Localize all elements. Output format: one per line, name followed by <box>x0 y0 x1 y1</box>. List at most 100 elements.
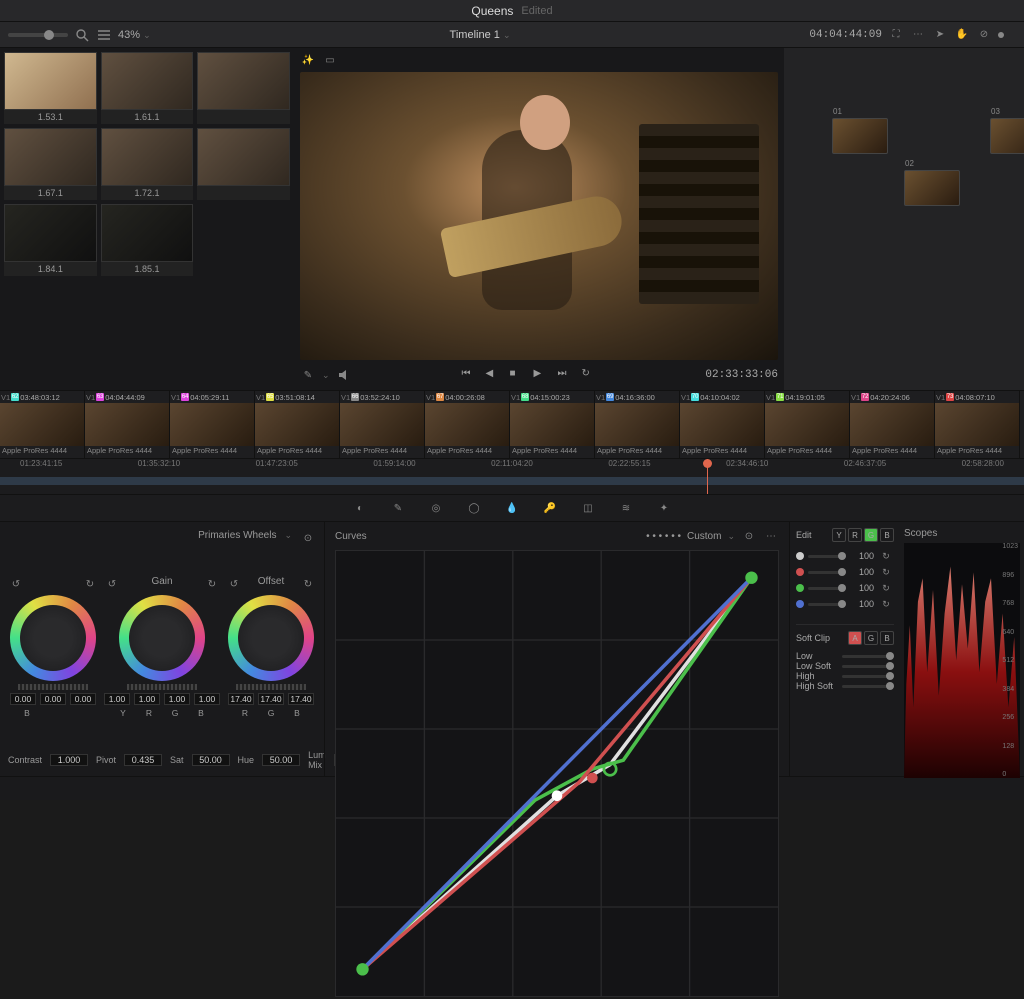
wheels-reset-icon[interactable]: ⊙ <box>300 530 316 546</box>
channel-slider[interactable] <box>808 587 846 590</box>
color-wheel[interactable] <box>10 595 96 681</box>
play-rev-icon[interactable]: ◀ <box>485 368 499 382</box>
expand-icon[interactable]: ⛶ <box>888 27 904 43</box>
playhead[interactable] <box>707 459 708 494</box>
disable-icon[interactable]: ⊘ <box>976 27 992 43</box>
jog-wheel[interactable] <box>236 684 306 690</box>
channel-button[interactable]: Y <box>832 528 846 542</box>
reset-icon[interactable]: ↻ <box>878 564 894 580</box>
first-frame-icon[interactable]: ⏮ <box>461 368 475 382</box>
clip[interactable]: 1.85.1 <box>101 204 194 276</box>
thumb-clip[interactable]: V1 64 04:05:29:11Apple ProRes 4444 <box>170 391 255 458</box>
clip[interactable] <box>197 128 290 200</box>
reset-icon[interactable]: ↺ <box>104 576 120 592</box>
search-icon[interactable] <box>74 27 90 43</box>
thumb-clip[interactable]: V1 67 04:00:26:08Apple ProRes 4444 <box>425 391 510 458</box>
channel-slider[interactable] <box>808 555 846 558</box>
color-wheels-icon[interactable]: ◐ <box>352 500 368 516</box>
hand-icon[interactable]: ✋ <box>954 27 970 43</box>
brush-icon[interactable]: ✎ <box>390 500 406 516</box>
node[interactable]: 02 <box>904 170 960 206</box>
wheels-mode[interactable]: Primaries Wheels <box>198 530 276 546</box>
oval-icon[interactable]: ◯ <box>466 500 482 516</box>
thumb-clip[interactable]: V1 69 04:16:36:00Apple ProRes 4444 <box>595 391 680 458</box>
play-icon[interactable]: ▶ <box>533 368 547 382</box>
contrast-input[interactable] <box>50 754 88 766</box>
softclip-slider[interactable] <box>842 655 894 658</box>
titlebar: Queens Edited <box>0 0 1024 22</box>
channel-button[interactable]: B <box>880 631 894 645</box>
thumb-clip[interactable]: V1 63 04:04:44:09Apple ProRes 4444 <box>85 391 170 458</box>
pointer-icon[interactable]: ➤ <box>932 27 948 43</box>
channel-button[interactable]: B <box>880 528 894 542</box>
target-icon[interactable]: ◎ <box>428 500 444 516</box>
thumb-clip[interactable]: V1 72 04:20:24:06Apple ProRes 4444 <box>850 391 935 458</box>
mini-track[interactable] <box>0 477 1024 485</box>
thumb-clip[interactable]: V1 73 04:08:07:10Apple ProRes 4444 <box>935 391 1020 458</box>
channel-button[interactable]: G <box>864 528 878 542</box>
clip[interactable]: 1.72.1 <box>101 128 194 200</box>
node[interactable]: 03 <box>990 118 1024 154</box>
channel-button[interactable]: G <box>864 631 878 645</box>
zoom-level[interactable]: 43% ⌄ <box>118 29 151 41</box>
stop-icon[interactable]: ■ <box>509 368 523 382</box>
thumb-clip[interactable]: V1 68 04:15:00:23Apple ProRes 4444 <box>510 391 595 458</box>
thumb-clip[interactable]: V1 62 03:48:03:12Apple ProRes 4444 <box>0 391 85 458</box>
channel-slider[interactable] <box>808 571 846 574</box>
timeline-name[interactable]: Timeline 1 ⌄ <box>450 29 511 41</box>
more-icon[interactable]: ⋯ <box>910 27 926 43</box>
magic-icon[interactable]: ✎ <box>300 367 316 383</box>
curves-more-icon[interactable]: ⋯ <box>763 528 779 544</box>
hue-input[interactable] <box>262 754 300 766</box>
thumb-clip[interactable]: V1 65 03:51:08:14Apple ProRes 4444 <box>255 391 340 458</box>
fx-icon[interactable]: ✦ <box>656 500 672 516</box>
reset-icon[interactable]: ↻ <box>300 576 316 592</box>
scope-waveform[interactable]: 10238967686405123842561280 <box>904 543 1020 778</box>
list-icon[interactable] <box>96 27 112 43</box>
softclip-slider[interactable] <box>842 685 894 688</box>
last-frame-icon[interactable]: ⏭ <box>557 368 571 382</box>
sat-input[interactable] <box>192 754 230 766</box>
reset-icon[interactable]: ↻ <box>878 548 894 564</box>
loop-icon[interactable]: ↻ <box>581 368 595 382</box>
node[interactable]: 01 <box>832 118 888 154</box>
blur-icon[interactable]: ≋ <box>618 500 634 516</box>
clip[interactable]: 1.67.1 <box>4 128 97 200</box>
clip[interactable] <box>197 52 290 124</box>
clip[interactable]: 1.53.1 <box>4 52 97 124</box>
reset-icon[interactable]: ↺ <box>226 576 242 592</box>
channel-button[interactable]: A <box>848 631 862 645</box>
jog-wheel[interactable] <box>127 684 197 690</box>
reset-icon[interactable]: ↻ <box>82 576 98 592</box>
softclip-slider[interactable] <box>842 665 894 668</box>
curves-opts-icon[interactable]: ⊙ <box>741 528 757 544</box>
softclip-slider[interactable] <box>842 675 894 678</box>
thumb-clip[interactable]: V1 66 03:52:24:10Apple ProRes 4444 <box>340 391 425 458</box>
mute-icon[interactable] <box>336 367 352 383</box>
curves-mode[interactable]: Custom <box>687 531 721 542</box>
thumb-clip[interactable]: V1 70 04:10:04:02Apple ProRes 4444 <box>680 391 765 458</box>
reset-icon[interactable]: ↻ <box>878 596 894 612</box>
clip[interactable]: 1.84.1 <box>4 204 97 276</box>
reset-icon[interactable]: ↺ <box>8 576 24 592</box>
node-graph[interactable]: 01 02 03 <box>784 48 1024 390</box>
reset-icon[interactable]: ↻ <box>878 580 894 596</box>
channel-slider[interactable] <box>808 603 846 606</box>
wand-icon[interactable]: ✨ <box>300 52 316 68</box>
size-icon[interactable]: ◫ <box>580 500 596 516</box>
thumb-clip[interactable]: V1 71 04:19:01:05Apple ProRes 4444 <box>765 391 850 458</box>
channel-button[interactable]: R <box>848 528 862 542</box>
color-wheel[interactable] <box>119 595 205 681</box>
color-wheel[interactable] <box>228 595 314 681</box>
mini-timeline[interactable]: 01:23:41:1501:35:32:1001:47:23:0501:59:1… <box>0 458 1024 494</box>
thumb-size-slider[interactable] <box>8 33 68 37</box>
viewer-image[interactable] <box>300 72 778 360</box>
reset-icon[interactable]: ↻ <box>204 576 220 592</box>
key-icon[interactable]: 🔑 <box>542 500 558 516</box>
clip[interactable]: 1.61.1 <box>101 52 194 124</box>
pivot-input[interactable] <box>124 754 162 766</box>
curves-canvas[interactable] <box>335 550 779 997</box>
pick-icon[interactable]: ▭ <box>322 52 338 68</box>
jog-wheel[interactable] <box>18 684 88 690</box>
drop-icon[interactable]: 💧 <box>504 500 520 516</box>
